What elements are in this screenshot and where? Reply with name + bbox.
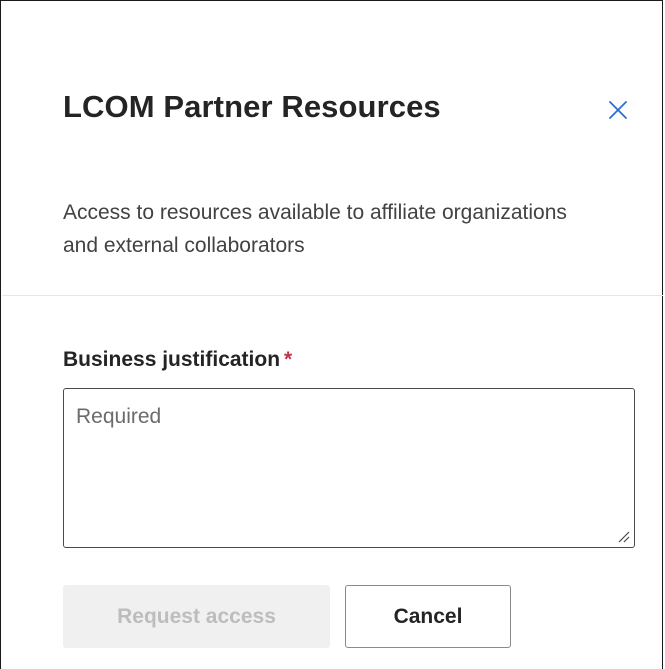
section-divider <box>2 295 663 296</box>
cancel-button[interactable]: Cancel <box>345 585 511 648</box>
required-marker: * <box>284 348 293 371</box>
dialog-title: LCOM Partner Resources <box>63 89 441 124</box>
close-icon <box>607 99 629 121</box>
justification-label: Business justification * <box>63 348 292 372</box>
close-button[interactable] <box>603 95 633 125</box>
access-request-panel: LCOM Partner Resources Access to resourc… <box>0 0 663 669</box>
justification-input[interactable] <box>63 388 635 548</box>
dialog-description: Access to resources available to affilia… <box>63 201 567 257</box>
dialog-header: LCOM Partner Resources <box>63 89 627 139</box>
request-access-button[interactable]: Request access <box>63 585 330 648</box>
justification-label-text: Business justification <box>63 348 281 371</box>
